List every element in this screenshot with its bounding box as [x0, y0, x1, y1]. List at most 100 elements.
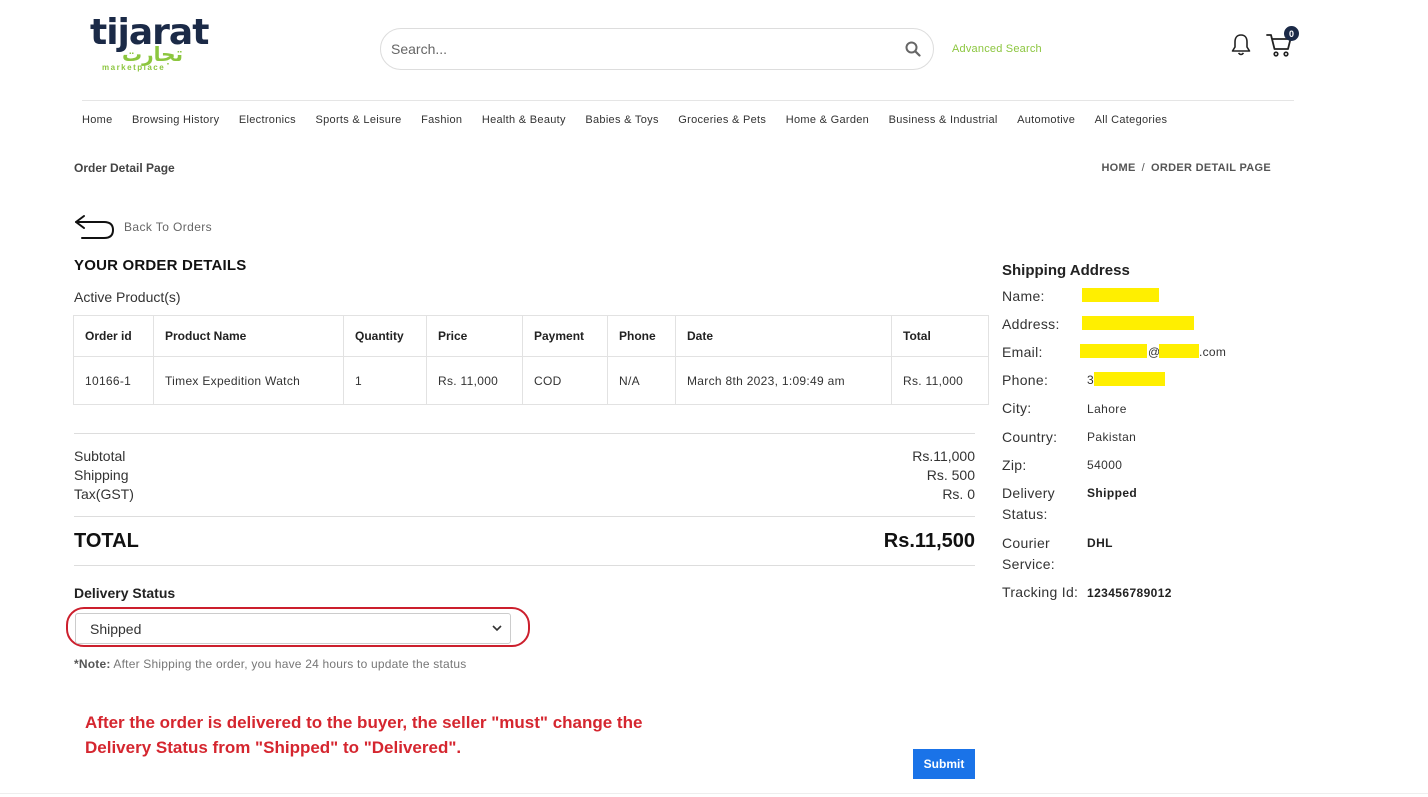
annotation-line-2: Delivery Status from "Shipped" to "Deliv… [85, 738, 462, 757]
cell-date: March 8th 2023, 1:09:49 am [675, 356, 892, 405]
city-value: Lahore [1087, 402, 1127, 416]
breadcrumb-separator: / [1141, 162, 1145, 174]
cell-total: Rs. 11,000 [891, 356, 989, 405]
delivery-status-label-line-2: Status: [1002, 506, 1048, 522]
total-row: TOTAL Rs.11,500 [74, 530, 975, 553]
total-bottom-divider [74, 565, 975, 566]
bell-icon[interactable] [1230, 33, 1252, 57]
subtotal-label: Subtotal [74, 448, 126, 464]
subtotal-row: Subtotal Rs.11,000 [74, 448, 975, 464]
column-header-product-name: Product Name [153, 315, 344, 357]
search-bar [380, 28, 934, 70]
breadcrumb: HOME / ORDER DETAIL PAGE [1101, 162, 1271, 174]
cell-order-id: 10166-1 [73, 356, 154, 405]
back-arrow-icon [75, 215, 114, 239]
active-products-label: Active Product(s) [74, 289, 181, 305]
nav-item-all-categories[interactable]: All Categories [1095, 114, 1168, 126]
redacted-phone [1094, 372, 1165, 386]
footer-divider [0, 793, 1428, 794]
tracking-id-value: 123456789012 [1087, 586, 1172, 600]
search-input[interactable] [391, 41, 893, 57]
nav-item-health-beauty[interactable]: Health & Beauty [482, 114, 566, 126]
column-header-phone: Phone [607, 315, 676, 357]
note-prefix: *Note: [74, 657, 111, 671]
annotation-line-1: After the order is delivered to the buye… [85, 713, 643, 732]
cart-count-badge: 0 [1284, 26, 1299, 41]
tax-row: Tax(GST) Rs. 0 [74, 486, 975, 502]
total-divider [74, 516, 975, 517]
cell-phone: N/A [607, 356, 676, 405]
tax-value: Rs. 0 [942, 486, 975, 502]
nav-item-babies-toys[interactable]: Babies & Toys [585, 114, 658, 126]
column-header-total: Total [891, 315, 989, 357]
chevron-down-icon [492, 625, 502, 632]
nav-item-sports-leisure[interactable]: Sports & Leisure [315, 114, 401, 126]
breadcrumb-current: ORDER DETAIL PAGE [1151, 162, 1271, 174]
nav-item-browsing-history[interactable]: Browsing History [132, 114, 219, 126]
courier-label-line-2: Service: [1002, 556, 1055, 572]
courier-value: DHL [1087, 536, 1113, 550]
order-table: Order id Product Name Quantity Price Pay… [73, 315, 989, 405]
shipping-row: Shipping Rs. 500 [74, 467, 975, 483]
total-label: TOTAL [74, 530, 139, 552]
column-header-price: Price [426, 315, 523, 357]
nav-item-electronics[interactable]: Electronics [239, 114, 296, 126]
delivery-status-field-label: Delivery Status: [1002, 483, 1055, 525]
redacted-name [1082, 288, 1159, 302]
email-label: Email: [1002, 344, 1043, 360]
instruction-annotation: After the order is delivered to the buye… [85, 710, 705, 760]
advanced-search-link[interactable]: Advanced Search [952, 43, 1042, 55]
cell-product-name: Timex Expedition Watch [153, 356, 344, 405]
breadcrumb-home[interactable]: HOME [1101, 162, 1135, 174]
nav-item-automotive[interactable]: Automotive [1017, 114, 1075, 126]
redacted-email-domain [1159, 344, 1199, 358]
subtotal-value: Rs.11,000 [912, 448, 975, 464]
delivery-status-label: Delivery Status [74, 585, 176, 601]
phone-label: Phone: [1002, 372, 1049, 388]
email-tld: .com [1199, 345, 1227, 359]
table-header-row: Order id Product Name Quantity Price Pay… [73, 315, 989, 357]
logo-subtext: marketplace [102, 63, 166, 72]
nav-item-groceries-pets[interactable]: Groceries & Pets [678, 114, 766, 126]
zip-value: 54000 [1087, 458, 1123, 472]
cell-price: Rs. 11,000 [426, 356, 523, 405]
zip-label: Zip: [1002, 457, 1027, 473]
city-label: City: [1002, 400, 1032, 416]
summary-divider [74, 433, 975, 434]
note-text: After Shipping the order, you have 24 ho… [110, 657, 467, 671]
column-header-order-id: Order id [73, 315, 154, 357]
total-value: Rs.11,500 [883, 530, 975, 552]
submit-button[interactable]: Submit [913, 749, 975, 779]
address-label: Address: [1002, 316, 1060, 332]
column-header-quantity: Quantity [343, 315, 427, 357]
page-title: Order Detail Page [74, 161, 175, 175]
shipping-label: Shipping [74, 467, 129, 483]
cell-quantity: 1 [343, 356, 427, 405]
column-header-payment: Payment [522, 315, 608, 357]
delivery-status-value: Shipped [1087, 486, 1138, 500]
delivery-note: *Note: After Shipping the order, you hav… [74, 657, 466, 671]
tax-label: Tax(GST) [74, 486, 134, 502]
nav-item-home-garden[interactable]: Home & Garden [786, 114, 869, 126]
delivery-status-select[interactable]: Shipped [75, 613, 511, 644]
redacted-address [1082, 316, 1194, 330]
country-label: Country: [1002, 429, 1058, 445]
order-details-heading: YOUR ORDER DETAILS [74, 257, 247, 274]
search-icon[interactable] [893, 29, 933, 69]
country-value: Pakistan [1087, 430, 1137, 444]
category-nav: Home Browsing History Electronics Sports… [82, 114, 1187, 126]
nav-divider [82, 100, 1294, 101]
delivery-status-selected: Shipped [90, 620, 142, 637]
nav-item-business-industrial[interactable]: Business & Industrial [889, 114, 998, 126]
courier-label-line-1: Courier [1002, 535, 1051, 551]
back-to-orders-label: Back To Orders [124, 220, 213, 234]
delivery-status-label-line-1: Delivery [1002, 485, 1055, 501]
table-row: 10166-1 Timex Expedition Watch 1 Rs. 11,… [73, 356, 989, 405]
nav-item-fashion[interactable]: Fashion [421, 114, 462, 126]
back-to-orders-link[interactable]: Back To Orders [74, 214, 212, 240]
cell-payment: COD [522, 356, 608, 405]
column-header-date: Date [675, 315, 892, 357]
site-logo[interactable]: tijarat تجارت marketplace [90, 12, 209, 74]
nav-item-home[interactable]: Home [82, 114, 113, 126]
courier-service-label: Courier Service: [1002, 533, 1055, 575]
